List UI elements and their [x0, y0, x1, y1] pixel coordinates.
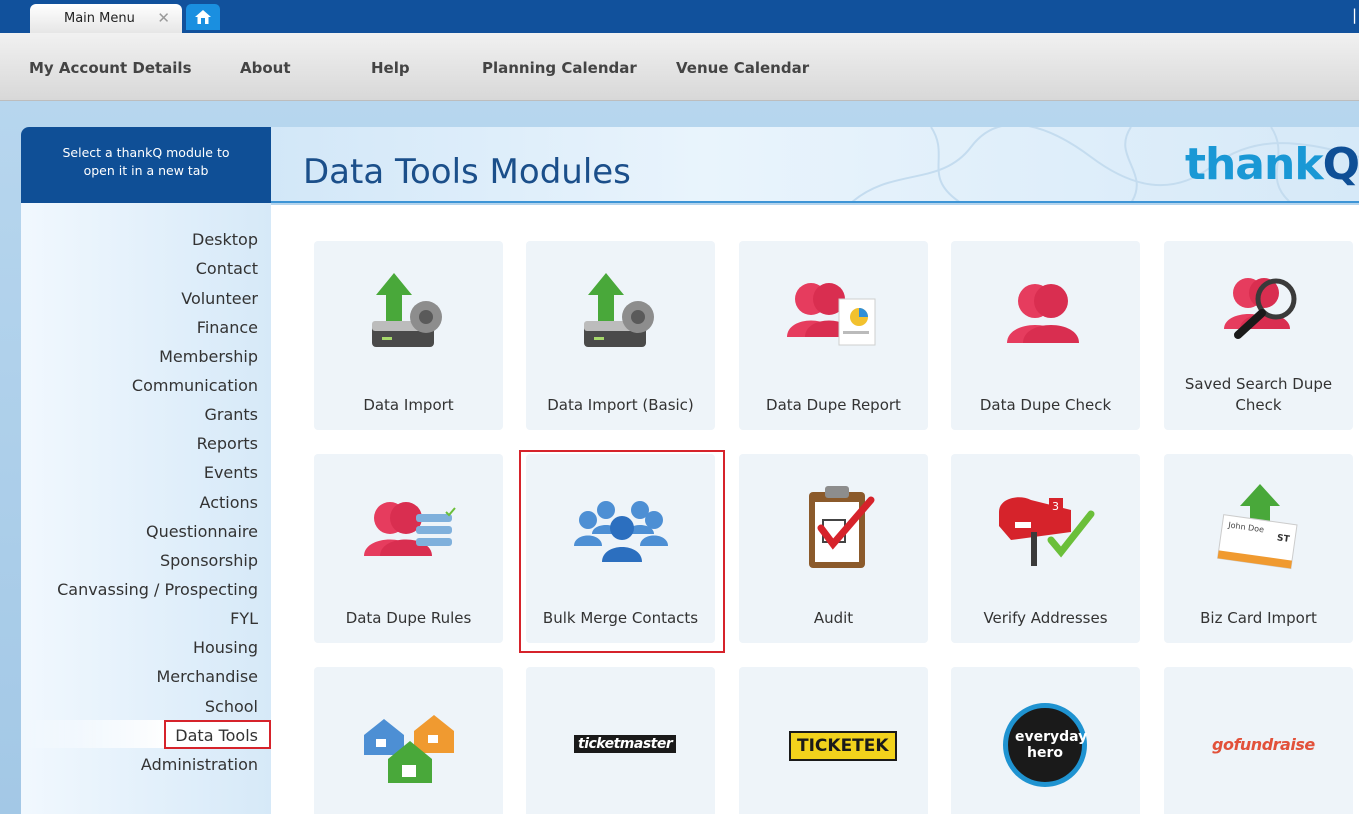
home-icon: [195, 10, 211, 24]
everyday-hero-text: everyday hero: [1015, 729, 1088, 761]
sidebar-item-housing[interactable]: Housing: [193, 638, 258, 657]
gofundraise-logo: gofundraise: [1212, 735, 1315, 754]
sidebar-header-line1: Select a thankQ module to: [62, 145, 230, 160]
window-edge-icon: |: [1351, 6, 1357, 24]
sidebar-item-canvassing[interactable]: Canvassing / Prospecting: [57, 580, 258, 599]
tile-audit[interactable]: Audit: [739, 454, 928, 643]
tile-verify-addresses[interactable]: 3 Verify Addresses: [951, 454, 1140, 643]
mailbox-icon: 3: [999, 497, 1095, 566]
tile-ticketmaster[interactable]: ticketmaster: [526, 667, 715, 814]
tile-label: Verify Addresses: [983, 609, 1108, 627]
page-title: Data Tools Modules: [303, 152, 631, 192]
sidebar-item-sponsorship[interactable]: Sponsorship: [160, 551, 258, 570]
nav-my-account-details[interactable]: My Account Details: [29, 59, 192, 77]
tile-label: Biz Card Import: [1200, 609, 1317, 627]
sidebar-item-membership[interactable]: Membership: [159, 347, 258, 366]
tile-label: Data Dupe Rules: [345, 609, 472, 627]
tile-everyday-hero[interactable]: everyday hero: [951, 667, 1140, 814]
audit-clipboard-icon: [809, 486, 875, 568]
sidebar-item-contact[interactable]: Contact: [196, 259, 258, 278]
main-header: Data Tools Modules thankQ: [271, 127, 1359, 203]
nav-help[interactable]: Help: [371, 59, 410, 77]
top-nav: My Account Details About Help Planning C…: [0, 33, 1359, 101]
nav-venue-calendar[interactable]: Venue Calendar: [676, 59, 809, 77]
sidebar-item-fyl[interactable]: FYL: [230, 609, 258, 628]
sidebar-item-administration[interactable]: Administration: [141, 755, 258, 774]
tile-data-dupe-report[interactable]: Data Dupe Report: [739, 241, 928, 430]
tile-label: Data Import: [363, 396, 454, 414]
tile-data-import[interactable]: Data Import: [314, 241, 503, 430]
sidebar-item-communication[interactable]: Communication: [132, 376, 258, 395]
tile-label: Saved Search Dupe Check: [1184, 375, 1333, 414]
tab-bar: Main Menu ✕ |: [0, 0, 1359, 33]
sidebar-header-line2: open it in a new tab: [83, 163, 209, 178]
dupe-rules-icon: [364, 502, 456, 556]
biz-card-icon: John Doe ST: [1217, 484, 1298, 570]
houses-icon: [364, 715, 454, 783]
tile-data-dupe-check[interactable]: Data Dupe Check: [951, 241, 1140, 430]
tile-label: Audit: [813, 609, 854, 627]
sidebar-item-reports[interactable]: Reports: [197, 434, 258, 453]
tile-label: Data Import (Basic): [547, 396, 694, 414]
home-tab[interactable]: [186, 4, 220, 30]
tile-data-import-basic[interactable]: Data Import (Basic): [526, 241, 715, 430]
sidebar-item-desktop[interactable]: Desktop: [192, 230, 258, 249]
tile-label: Data Dupe Report: [766, 396, 901, 414]
module-grid: Data Import Data Import (Basic) Data Dup…: [271, 205, 1359, 814]
sidebar-item-questionnaire[interactable]: Questionnaire: [146, 522, 258, 541]
card-initials: ST: [1276, 533, 1291, 545]
data-import-icon: [372, 273, 442, 347]
everyday-hero-logo: everyday hero: [1003, 703, 1087, 787]
tile-gofundraise[interactable]: gofundraise: [1164, 667, 1353, 814]
tile-housing-module[interactable]: [314, 667, 503, 814]
sidebar-item-grants[interactable]: Grants: [204, 405, 258, 424]
tile-data-dupe-rules[interactable]: Data Dupe Rules: [314, 454, 503, 643]
dupe-report-icon: [787, 283, 876, 346]
close-icon[interactable]: ✕: [157, 9, 170, 27]
sidebar-item-school[interactable]: School: [205, 697, 258, 716]
sidebar-item-actions[interactable]: Actions: [200, 493, 258, 512]
dupe-check-icon: [1007, 284, 1079, 343]
saved-search-dupe-icon: [1224, 278, 1297, 339]
ticketmaster-logo: ticketmaster: [574, 735, 677, 753]
sidebar-header: Select a thankQ module to open it in a n…: [21, 127, 271, 203]
nav-about[interactable]: About: [240, 59, 291, 77]
ticketek-logo: TICKETEK: [789, 731, 897, 761]
logo-text: thank: [1184, 139, 1324, 190]
tile-saved-search-dupe-check[interactable]: Saved Search Dupe Check: [1164, 241, 1353, 430]
sidebar-item-finance[interactable]: Finance: [197, 318, 258, 337]
thankq-logo: thankQ: [1185, 139, 1359, 190]
sidebar-active-highlight: [164, 720, 271, 749]
tab-label: Main Menu: [64, 11, 135, 26]
sidebar-item-events[interactable]: Events: [204, 463, 258, 482]
nav-planning-calendar[interactable]: Planning Calendar: [482, 59, 637, 77]
tab-main-menu[interactable]: Main Menu ✕: [30, 4, 182, 33]
data-import-basic-icon: [584, 273, 654, 347]
tile-label: Data Dupe Check: [979, 396, 1112, 414]
tile-biz-card-import[interactable]: John Doe ST Biz Card Import: [1164, 454, 1353, 643]
tile-ticketek[interactable]: TICKETEK: [739, 667, 928, 814]
logo-q: Q: [1322, 139, 1359, 190]
mailbox-number: 3: [1052, 500, 1059, 513]
sidebar-item-volunteer[interactable]: Volunteer: [181, 289, 258, 308]
sidebar-item-merchandise[interactable]: Merchandise: [156, 667, 258, 686]
selected-tile-highlight: [519, 450, 725, 653]
